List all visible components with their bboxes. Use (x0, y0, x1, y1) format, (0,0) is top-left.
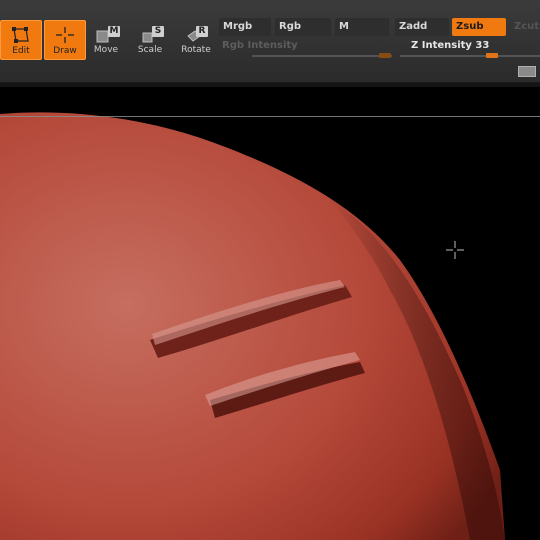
scale-hotkey: S (152, 26, 164, 37)
rotate-label: Rotate (181, 45, 211, 55)
zadd-button[interactable]: Zadd (395, 18, 449, 36)
sculpt-mesh (0, 112, 505, 540)
draw-button[interactable]: Draw (44, 20, 86, 60)
draw-label: Draw (53, 46, 77, 56)
top-toolbar: Edit Draw M Move S Scale R Rotate Mrgb R… (0, 0, 540, 83)
rgb-intensity-slider[interactable] (252, 55, 392, 57)
scale-label: Scale (137, 45, 163, 55)
z-intensity-knob[interactable] (486, 53, 498, 58)
rotate-button[interactable]: R Rotate (176, 20, 216, 58)
m-button[interactable]: M (335, 18, 389, 36)
zcut-button[interactable]: Zcut (510, 18, 540, 36)
horizon-guide-line (0, 116, 540, 117)
move-button[interactable]: M Move (86, 20, 126, 58)
rgb-intensity-knob[interactable] (379, 53, 391, 58)
move-label: Move (93, 45, 119, 55)
canvas-viewport[interactable] (0, 87, 540, 540)
z-intensity-slider[interactable] (400, 55, 540, 57)
mrgb-button[interactable]: Mrgb (219, 18, 271, 36)
rotate-hotkey: R (196, 26, 208, 37)
edit-button[interactable]: Edit (0, 20, 42, 60)
scale-button[interactable]: S Scale (130, 20, 170, 58)
rgb-button[interactable]: Rgb (275, 18, 331, 36)
edit-label: Edit (12, 46, 30, 56)
draw-icon (56, 27, 74, 43)
zsub-button[interactable]: Zsub (452, 18, 506, 36)
move-hotkey: M (108, 26, 120, 37)
panel-toggle-button[interactable] (518, 66, 536, 77)
edit-icon (12, 27, 29, 43)
rgb-intensity-label: Rgb Intensity (222, 40, 298, 51)
brush-cursor-icon (446, 241, 464, 259)
zbrush-window: Edit Draw M Move S Scale R Rotate Mrgb R… (0, 0, 540, 540)
z-intensity-label: Z Intensity 33 (411, 40, 490, 51)
